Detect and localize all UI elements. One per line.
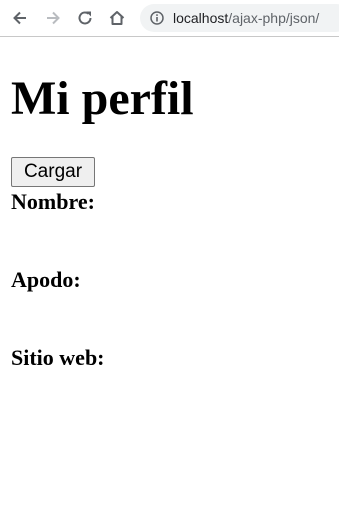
info-icon[interactable] [150,11,164,25]
arrow-left-icon [13,11,26,25]
forward-button[interactable] [41,6,65,30]
url-host: localhost [173,10,229,26]
url-text[interactable]: localhost/ajax-php/json/ [173,10,319,26]
load-button[interactable]: Cargar [11,157,95,187]
reload-icon [78,11,92,25]
arrow-right-icon [47,11,60,25]
nickname-label-text: Apodo: [11,267,81,292]
address-bar[interactable]: localhost/ajax-php/json/ [140,4,339,32]
home-icon [109,11,125,25]
home-button[interactable] [105,6,129,30]
nickname-label: Apodo: [11,267,81,293]
back-button[interactable] [8,6,32,30]
website-label: Sitio web: [11,345,105,371]
url-path: /ajax-php/json/ [228,10,320,26]
website-label-text: Sitio web: [11,345,105,370]
name-label: Nombre: [11,189,95,215]
reload-button[interactable] [73,6,97,30]
name-label-text: Nombre: [11,189,95,214]
browser-toolbar: localhost/ajax-php/json/ [0,0,339,37]
page-title: Mi perfil [11,72,194,125]
